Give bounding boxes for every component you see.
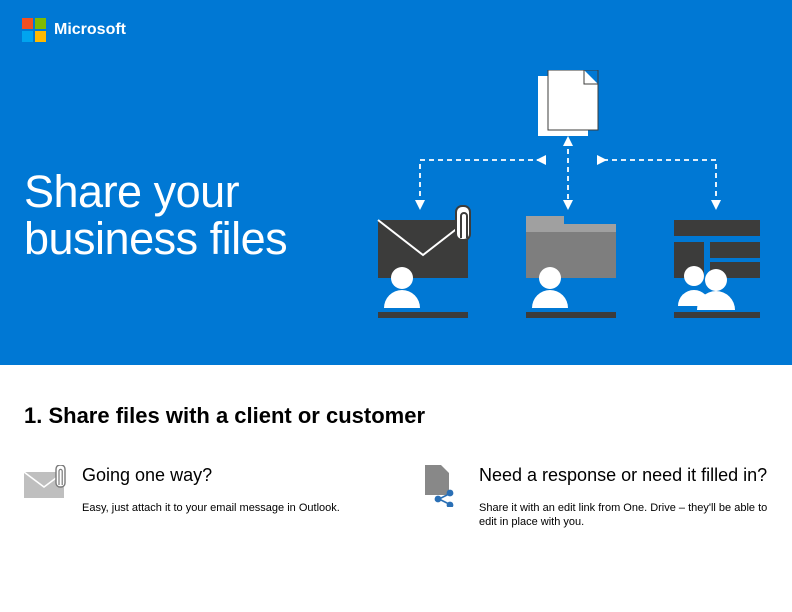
hero-banner: Microsoft Share your business files [0,0,792,365]
brand-name: Microsoft [54,21,126,39]
microsoft-logo-icon [22,18,46,42]
shadow-bar [526,312,616,318]
connector-lines [420,140,716,205]
section-heading: 1. Share files with a client or customer [24,403,768,429]
column-share: Need a response or need it filled in? Sh… [421,465,768,530]
column-body: Easy, just attach it to your email messa… [82,501,340,516]
document-share-icon [421,465,465,501]
hero-title-line1: Share your [24,168,287,215]
folder-icon [526,216,616,278]
shadow-bar [674,312,760,318]
hero-illustration [364,70,764,340]
column-title: Going one way? [82,465,340,487]
content-area: 1. Share files with a client or customer… [0,365,792,530]
email-icon [378,206,470,278]
hero-title-line2: business files [24,215,287,262]
columns: Going one way? Easy, just attach it to y… [24,465,768,530]
column-email: Going one way? Easy, just attach it to y… [24,465,371,530]
shadow-bar [378,312,468,318]
hero-title: Share your business files [24,168,287,263]
microsoft-logo: Microsoft [22,18,126,42]
document-stack-icon [538,70,598,136]
column-body: Share it with an edit link from One. Dri… [479,501,768,531]
envelope-clip-icon [24,465,68,501]
column-title: Need a response or need it filled in? [479,465,768,487]
